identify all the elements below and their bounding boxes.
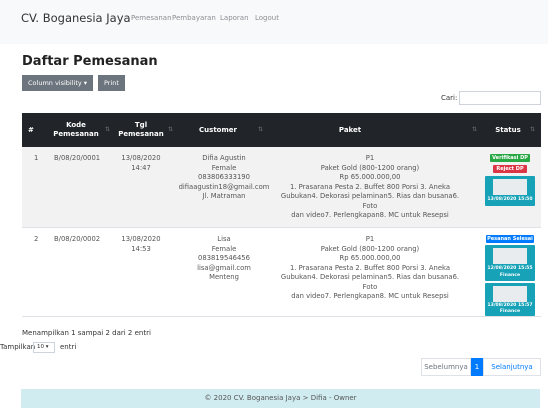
nav-link-pembayaran[interactable]: Pembayaran — [172, 14, 216, 22]
proof-date: 13/08/2020 15:50 — [487, 197, 533, 202]
print-button[interactable]: Print — [98, 75, 125, 91]
copyright-footer: © 2020 CV. Boganesia Jaya > Difia - Owne… — [21, 389, 540, 408]
nav-link-pemesanan[interactable]: Pemesanan — [131, 14, 172, 22]
table-row: 2 B/08/20/0002 13/08/2020 14:53 Lisa Fem… — [22, 227, 541, 317]
table-info: Menampilkan 1 sampai 2 dari 2 entri — [22, 329, 151, 337]
sort-icon: ⇅ — [105, 126, 111, 133]
header-tgl[interactable]: Tgl Pemesanan — [117, 121, 165, 139]
column-visibility-button[interactable]: Column visibility ▾ — [22, 75, 94, 91]
order-complete-badge: Pesanan Selesai — [486, 235, 534, 243]
proof-image — [493, 179, 527, 195]
brand-logo[interactable]: CV. Boganesia Jaya — [21, 11, 131, 25]
pagination-prev[interactable]: Sebelumnya — [421, 358, 471, 376]
header-no[interactable]: # — [28, 126, 34, 135]
pagination-next[interactable]: Selanjutnya — [483, 358, 541, 376]
order-date: 13/08/2020 14:53 — [121, 235, 161, 253]
payment-proof-thumbnail[interactable]: 13/08/2020 15:50 — [485, 176, 535, 206]
nav-link-laporan[interactable]: Laporan — [220, 14, 249, 22]
order-date: 13/08/2020 14:47 — [121, 154, 161, 172]
proof-image — [493, 248, 527, 264]
sort-icon: ⇅ — [258, 126, 264, 133]
order-code: B/08/20/0002 — [54, 235, 101, 243]
table-header: # Kode Pemesanan ⇅ Tgl Pemesanan ⇅ Custo… — [22, 113, 541, 147]
navbar: CV. Boganesia Jaya Pemesanan Pembayaran … — [0, 0, 548, 44]
sort-icon: ⇅ — [472, 126, 478, 133]
package-info: P1 Paket Gold (800-1200 orang) Rp 65.000… — [280, 154, 460, 219]
entries-select[interactable]: 10 ▾ — [33, 342, 55, 353]
package-info: P1 Paket Gold (800-1200 orang) Rp 65.000… — [280, 235, 460, 300]
show-label: Tampilkan — [0, 343, 36, 351]
proof-date: 12/08/2020 15:55 — [487, 266, 533, 271]
entries-label: entri — [60, 343, 77, 351]
row-number: 2 — [34, 235, 39, 243]
payment-proof-thumbnail[interactable]: 13/08/2020 15:57 Finance — [485, 283, 535, 316]
header-customer[interactable]: Customer — [188, 126, 248, 135]
proof-date: 13/08/2020 15:57 — [487, 303, 533, 308]
proof-label: Finance — [499, 309, 521, 314]
header-kode[interactable]: Kode Pemesanan — [50, 121, 102, 139]
header-status[interactable]: Status — [490, 126, 526, 135]
reject-dp-button[interactable]: Reject DP — [493, 165, 527, 173]
header-paket[interactable]: Paket — [326, 126, 374, 135]
order-code: B/08/20/0001 — [54, 154, 101, 162]
row-number: 1 — [34, 154, 39, 162]
customer-info: Difia Agustin Female 083806333190 difiaa… — [178, 154, 270, 200]
search-label: Cari: — [441, 94, 458, 102]
page-title: Daftar Pemesanan — [22, 54, 158, 69]
proof-label: Finance — [499, 273, 521, 278]
pagination-page-1[interactable]: 1 — [471, 358, 483, 376]
proof-image — [493, 286, 527, 302]
sort-icon: ⇅ — [168, 126, 174, 133]
search-input[interactable] — [459, 91, 541, 105]
table-row: 1 B/08/20/0001 13/08/2020 14:47 Difia Ag… — [22, 147, 541, 227]
payment-proof-thumbnail[interactable]: 12/08/2020 15:55 Finance — [485, 245, 535, 281]
nav-link-logout[interactable]: Logout — [255, 14, 279, 22]
customer-info: Lisa Female 083819546456 lisa@gmail.com … — [197, 235, 251, 281]
sort-icon: ⇅ — [530, 126, 536, 133]
verify-dp-button[interactable]: Verifikasi DP — [490, 154, 530, 162]
